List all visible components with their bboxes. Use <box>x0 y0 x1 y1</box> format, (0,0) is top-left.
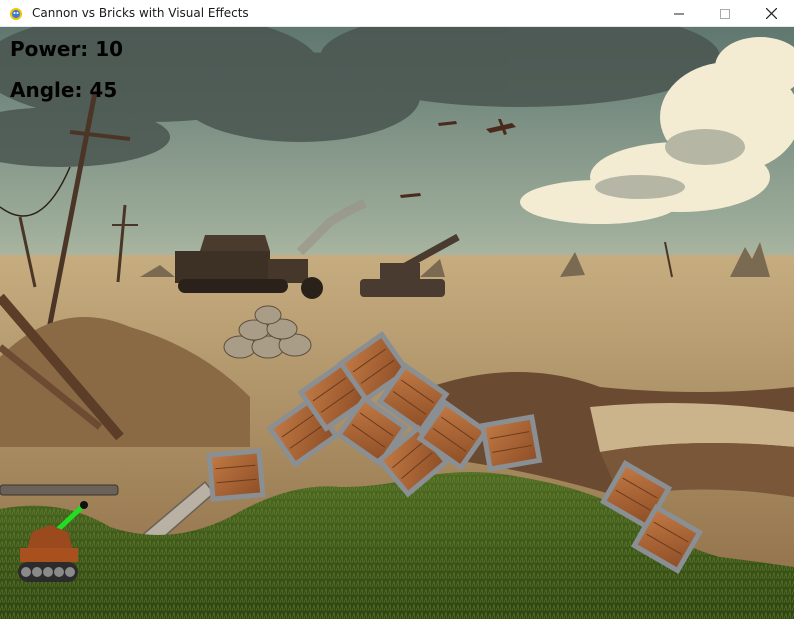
window-controls <box>656 0 794 27</box>
angle-readout: Angle: 45 <box>10 78 118 102</box>
minimize-icon <box>674 13 684 14</box>
game-canvas[interactable]: Power: 10 Angle: 45 <box>0 27 794 619</box>
pygame-snake-icon <box>10 8 22 20</box>
maximize-button[interactable] <box>702 0 748 27</box>
battlefield-scene <box>0 27 794 619</box>
cannon-muzzle <box>80 501 88 509</box>
cannon-hull <box>20 548 78 562</box>
game-window: Cannon vs Bricks with Visual Effects Pow… <box>0 0 794 619</box>
crate-1 <box>206 448 266 502</box>
close-icon <box>765 8 777 19</box>
close-button[interactable] <box>748 0 794 27</box>
crate-9 <box>479 414 543 472</box>
minimize-button[interactable] <box>656 0 702 27</box>
power-readout: Power: 10 <box>10 37 124 61</box>
track-wheels <box>21 567 75 577</box>
window-title: Cannon vs Bricks with Visual Effects <box>32 6 249 20</box>
title-bar[interactable]: Cannon vs Bricks with Visual Effects <box>0 0 794 27</box>
maximize-icon <box>720 8 730 19</box>
